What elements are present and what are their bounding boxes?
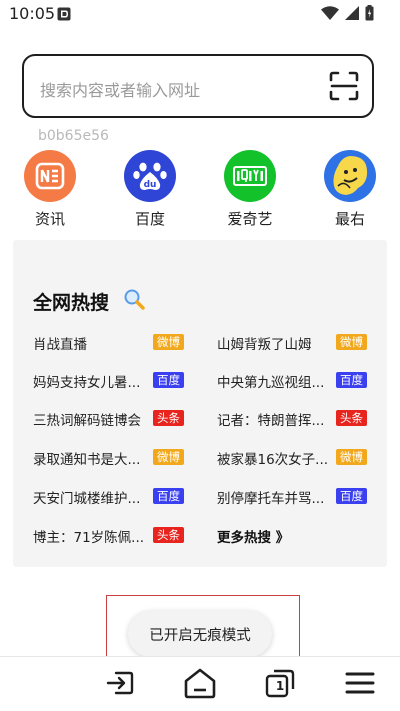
source-badge: 百度 — [153, 488, 184, 504]
source-badge: 微博 — [153, 449, 184, 465]
tab-count: 1 — [275, 679, 285, 693]
news-icon — [24, 150, 76, 202]
hot-item[interactable]: 别停摩托车并骂... — [217, 487, 324, 507]
wifi-icon — [321, 6, 339, 20]
shortcut-news[interactable]: 资讯 — [20, 150, 80, 229]
hot-item[interactable]: 博主：71岁陈佩... — [33, 526, 144, 546]
back-arrow-icon[interactable] — [102, 665, 138, 701]
status-indicators — [321, 5, 374, 21]
source-badge: 微博 — [336, 334, 367, 350]
search-magnifier-icon — [124, 289, 145, 310]
hot-search-title: 全网热搜 — [33, 292, 110, 314]
shortcut-label: 百度 — [134, 210, 165, 228]
more-hot-search-link[interactable]: 更多热搜 》 — [217, 526, 289, 546]
baidu-paw-icon: du — [124, 150, 176, 202]
hot-item[interactable]: 中央第九巡视组... — [217, 371, 324, 391]
hot-item[interactable]: 肖战直播 — [33, 333, 87, 353]
menu-icon[interactable] — [342, 665, 378, 701]
shortcut-iqiyi[interactable]: 爱奇艺 — [220, 150, 280, 229]
hot-item[interactable]: 被家暴16次女子... — [217, 448, 328, 468]
shortcut-baidu[interactable]: du 百度 — [120, 150, 180, 229]
shortcut-zuiyou[interactable]: 最右 — [320, 150, 380, 229]
hot-item[interactable]: 天安门城楼维护... — [33, 487, 140, 507]
shortcut-label: 最右 — [334, 210, 365, 228]
home-icon[interactable] — [182, 665, 218, 701]
bottom-toolbar: 1 — [0, 656, 400, 711]
shortcut-label: 爱奇艺 — [227, 210, 273, 228]
iqiyi-icon — [224, 150, 276, 202]
hot-item[interactable]: 记者：特朗普挥... — [217, 409, 324, 429]
zuiyou-icon — [324, 150, 376, 202]
battery-icon — [365, 5, 374, 21]
hot-item[interactable]: 妈妈支持女儿暑... — [33, 371, 140, 391]
debug-id-text: b0b65e56 — [38, 128, 109, 144]
status-bar: 10:05 — [0, 0, 400, 28]
shortcut-label: 资讯 — [34, 210, 65, 228]
source-badge: 头条 — [153, 527, 184, 543]
source-badge: 微博 — [336, 449, 367, 465]
source-badge: 头条 — [153, 410, 184, 426]
source-badge: 百度 — [336, 372, 367, 388]
browser-home-page: 10:05 搜索内容或者输入网址 b0b65e56 资讯 du 百度 爱奇艺 最… — [0, 0, 400, 711]
search-bar[interactable]: 搜索内容或者输入网址 — [22, 54, 374, 118]
signal-icon — [345, 6, 359, 20]
app-notification-icon — [57, 7, 71, 21]
status-time: 10:05 — [9, 4, 56, 23]
source-badge: 百度 — [153, 372, 184, 388]
source-badge: 头条 — [336, 410, 367, 426]
search-input[interactable]: 搜索内容或者输入网址 — [40, 77, 200, 101]
hot-item[interactable]: 三热词解码链博会 — [33, 409, 141, 429]
toast-message: 已开启无痕模式 — [128, 611, 272, 657]
hot-search-card: 全网热搜 肖战直播 微博 山姆背叛了山姆 微博 妈妈支持女儿暑... 百度 中央… — [13, 240, 387, 567]
source-badge: 微博 — [153, 334, 184, 350]
source-badge: 百度 — [336, 488, 367, 504]
svg-text:du: du — [144, 180, 157, 190]
hot-item[interactable]: 山姆背叛了山姆 — [217, 333, 312, 353]
hot-item[interactable]: 录取通知书是大... — [33, 448, 140, 468]
scan-icon[interactable] — [328, 70, 360, 102]
tabs-button[interactable]: 1 — [262, 665, 298, 701]
